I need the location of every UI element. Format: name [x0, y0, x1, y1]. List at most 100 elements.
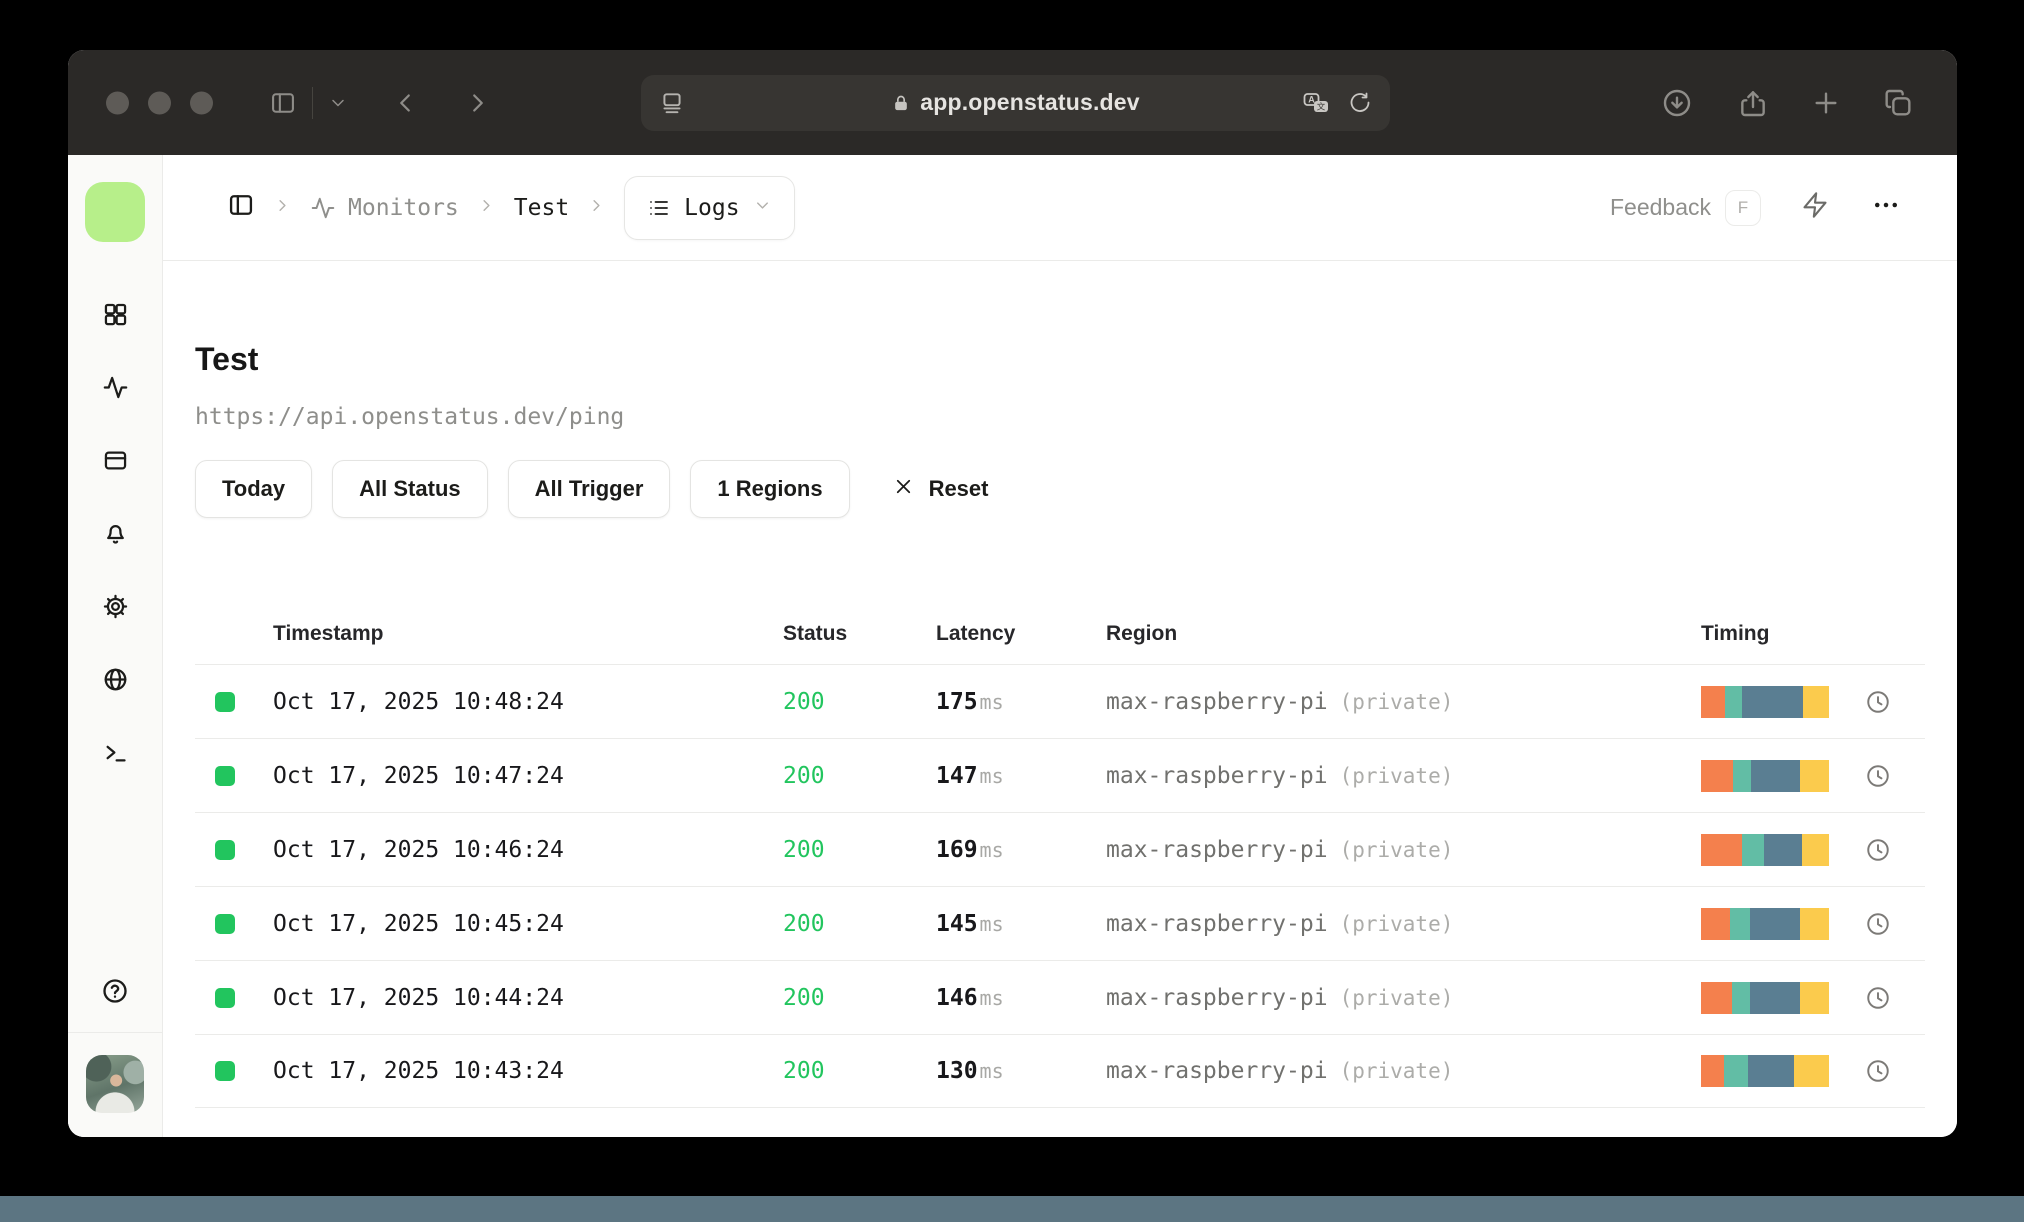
col-timestamp: Timestamp	[273, 622, 384, 645]
workspace-logo[interactable]	[85, 182, 145, 242]
clock-icon[interactable]	[1865, 985, 1891, 1011]
clock-icon[interactable]	[1865, 763, 1891, 789]
svg-text:文: 文	[1317, 101, 1326, 111]
log-status: 200	[783, 984, 825, 1011]
latency-unit: ms	[979, 1059, 1004, 1083]
latency-unit: ms	[979, 911, 1004, 936]
clock-icon[interactable]	[1865, 837, 1891, 863]
region-note: (private)	[1339, 1059, 1454, 1083]
more-options-icon[interactable]	[1871, 190, 1901, 225]
chevron-right-icon	[587, 196, 606, 220]
log-latency: 146	[936, 984, 978, 1011]
reset-filters-button[interactable]: Reset	[892, 475, 988, 504]
chevron-right-icon	[273, 196, 292, 220]
latency-unit: ms	[979, 689, 1004, 714]
clock-icon[interactable]	[1865, 1058, 1891, 1084]
logs-dropdown-label: Logs	[684, 194, 740, 221]
page-title: Test	[195, 341, 259, 377]
browser-titlebar: app.openstatus.dev A文	[68, 50, 1957, 155]
timing-bar	[1701, 907, 1829, 940]
filter-status-button[interactable]: All Status	[332, 460, 488, 518]
log-timestamp: Oct 17, 2025 10:43:24	[273, 1058, 564, 1084]
reload-icon[interactable]	[1348, 91, 1372, 115]
table-row[interactable]: Oct 17, 2025 10:44:24 200 146 ms max-rasp…	[195, 960, 1925, 1034]
sidebar-toggle-icon[interactable]	[269, 89, 297, 117]
status-page-icon[interactable]	[95, 440, 135, 480]
log-status: 200	[783, 688, 825, 715]
status-indicator	[215, 913, 235, 934]
panel-left-icon[interactable]	[227, 191, 255, 224]
filter-trigger-button[interactable]: All Trigger	[507, 460, 671, 518]
monitor-endpoint: https://api.openstatus.dev/ping	[195, 404, 625, 430]
breadcrumb-monitor-name[interactable]: Test	[514, 195, 569, 221]
log-timestamp: Oct 17, 2025 10:47:24	[273, 762, 564, 789]
tabs-overview-icon[interactable]	[1882, 87, 1914, 119]
avatar[interactable]	[86, 1055, 144, 1113]
timing-bar	[1701, 833, 1829, 866]
browser-window: app.openstatus.dev A文 Monitors Test Logs…	[68, 50, 1957, 1137]
log-region: max-raspberry-pi	[1106, 910, 1328, 937]
col-latency: Latency	[936, 622, 1016, 645]
settings-icon[interactable]	[95, 586, 135, 626]
bell-icon[interactable]	[95, 513, 135, 553]
titlebar-divider	[312, 86, 313, 119]
log-region: max-raspberry-pi	[1106, 984, 1328, 1011]
table-header: Timestamp Status Latency Region Timing	[195, 604, 1925, 664]
feedback-shortcut-badge: F	[1725, 189, 1761, 226]
download-icon[interactable]	[1661, 87, 1693, 119]
share-icon[interactable]	[1737, 87, 1769, 119]
table-row[interactable]: Oct 17, 2025 10:48:24 200 175 ms max-rasp…	[195, 664, 1925, 738]
close-button[interactable]	[106, 91, 129, 114]
activity-icon	[311, 197, 335, 218]
region-note: (private)	[1339, 911, 1454, 936]
log-region: max-raspberry-pi	[1106, 688, 1328, 715]
timing-bar	[1701, 685, 1829, 718]
status-indicator	[215, 839, 235, 860]
latency-unit: ms	[979, 763, 1004, 788]
breadcrumb: Monitors Test Logs Feedback F	[163, 155, 1957, 261]
forward-icon[interactable]	[463, 88, 493, 118]
clock-icon[interactable]	[1865, 911, 1891, 937]
table-row[interactable]: Oct 17, 2025 10:43:24 200 130 ms max-rasp…	[195, 1034, 1925, 1108]
col-region: Region	[1106, 622, 1178, 645]
zoom-button[interactable]	[190, 91, 213, 114]
activity-icon[interactable]	[95, 367, 135, 407]
terminal-icon[interactable]	[95, 732, 135, 772]
back-icon[interactable]	[390, 88, 420, 118]
sidebar-divider	[68, 1032, 162, 1033]
app-sidebar	[68, 155, 163, 1137]
log-timestamp: Oct 17, 2025 10:46:24	[273, 836, 564, 863]
breadcrumb-monitors[interactable]: Monitors	[310, 195, 459, 221]
help-icon[interactable]	[101, 977, 129, 1010]
log-region: max-raspberry-pi	[1106, 836, 1328, 863]
globe-icon[interactable]	[95, 659, 135, 699]
log-timestamp: Oct 17, 2025 10:45:24	[273, 910, 564, 937]
filter-period-button[interactable]: Today	[195, 460, 313, 518]
logs-table: Timestamp Status Latency Region Timing O…	[195, 604, 1925, 1108]
list-icon	[650, 200, 669, 215]
region-note: (private)	[1339, 985, 1454, 1010]
log-timestamp: Oct 17, 2025 10:44:24	[273, 984, 564, 1011]
status-indicator	[215, 691, 235, 712]
clock-icon[interactable]	[1865, 689, 1891, 715]
address-bar[interactable]: app.openstatus.dev A文	[641, 74, 1390, 131]
table-row[interactable]: Oct 17, 2025 10:47:24 200 147 ms max-rasp…	[195, 738, 1925, 812]
col-timing: Timing	[1701, 622, 1770, 645]
filter-regions-button[interactable]: 1 Regions	[690, 460, 850, 518]
timing-bar	[1701, 981, 1829, 1014]
feedback-button[interactable]: Feedback	[1610, 194, 1711, 221]
timing-bar	[1701, 1055, 1829, 1087]
logs-view-dropdown[interactable]: Logs	[624, 175, 795, 240]
region-note: (private)	[1339, 689, 1454, 714]
chevron-down-icon[interactable]	[328, 93, 348, 113]
filter-bar: Today All Status All Trigger 1 Regions R…	[195, 460, 1925, 518]
translate-icon[interactable]: A文	[1302, 90, 1332, 116]
zap-icon[interactable]	[1801, 191, 1829, 224]
grid-icon[interactable]	[95, 294, 135, 334]
new-tab-icon[interactable]	[1810, 87, 1842, 119]
minimize-button[interactable]	[148, 91, 171, 114]
table-row[interactable]: Oct 17, 2025 10:45:24 200 145 ms max-rasp…	[195, 886, 1925, 960]
region-note: (private)	[1339, 837, 1454, 862]
table-row[interactable]: Oct 17, 2025 10:46:24 200 169 ms max-rasp…	[195, 812, 1925, 886]
log-timestamp: Oct 17, 2025 10:48:24	[273, 688, 564, 715]
